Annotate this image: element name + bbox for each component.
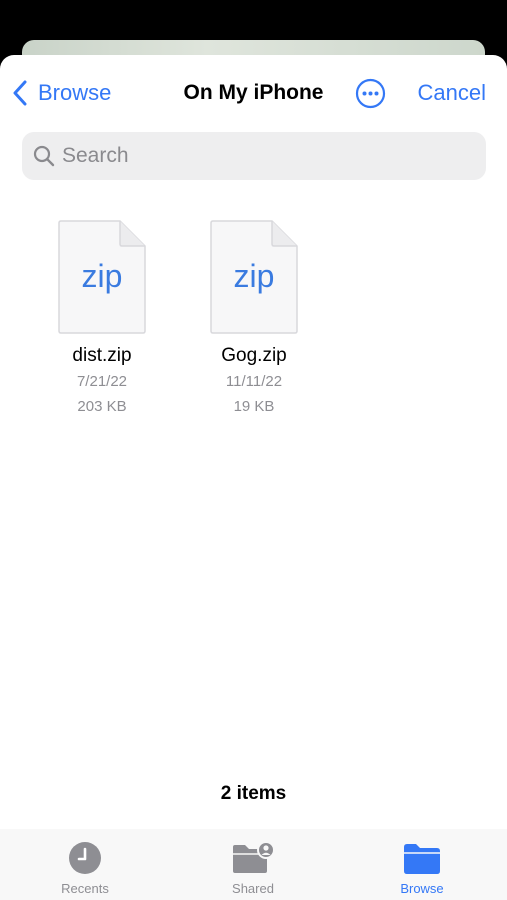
file-size: 203 KB	[77, 398, 127, 415]
screen: Browse On My iPhone Cancel Search zip di…	[0, 0, 507, 900]
search-bar[interactable]	[22, 132, 486, 180]
zip-file-icon: zip	[210, 220, 298, 334]
tab-label: Browse	[400, 881, 444, 896]
file-item-dist-zip[interactable]: zip dist.zip 7/21/22 203 KB	[37, 220, 167, 419]
tab-shared[interactable]: Shared	[193, 841, 313, 896]
tab-bar: Recents Shared Browse	[0, 829, 507, 900]
file-date: 11/11/22	[225, 373, 283, 390]
zip-file-icon: zip	[58, 220, 146, 334]
cancel-button[interactable]: Cancel	[418, 79, 486, 107]
shared-folder-icon	[233, 841, 275, 873]
file-name: Gog.zip	[221, 345, 287, 366]
file-item-gog-zip[interactable]: zip Gog.zip 11/11/22 19 KB	[189, 220, 319, 419]
folder-icon	[404, 844, 440, 874]
tab-recents[interactable]: Recents	[25, 841, 145, 896]
tab-browse[interactable]: Browse	[362, 841, 482, 896]
items-count: 2 items	[220, 783, 287, 804]
more-options-button[interactable]	[355, 78, 386, 109]
tab-label: Shared	[232, 881, 274, 896]
search-icon	[33, 145, 55, 167]
file-picker-sheet: Browse On My iPhone Cancel Search zip di…	[0, 55, 507, 900]
back-button-label: Browse	[38, 80, 112, 105]
navigation-bar: Browse On My iPhone Cancel	[0, 55, 507, 131]
file-size: 19 KB	[233, 398, 275, 415]
file-type-label: zip	[82, 258, 123, 294]
search-input[interactable]	[62, 144, 462, 168]
chevron-left-icon	[13, 80, 27, 106]
clock-icon	[69, 842, 101, 874]
file-type-label: zip	[234, 258, 275, 294]
file-date: 7/21/22	[76, 373, 128, 390]
back-button[interactable]: Browse	[12, 79, 111, 107]
file-name: dist.zip	[72, 345, 132, 366]
tab-label: Recents	[61, 881, 109, 896]
ellipsis-circle-icon	[355, 78, 386, 109]
